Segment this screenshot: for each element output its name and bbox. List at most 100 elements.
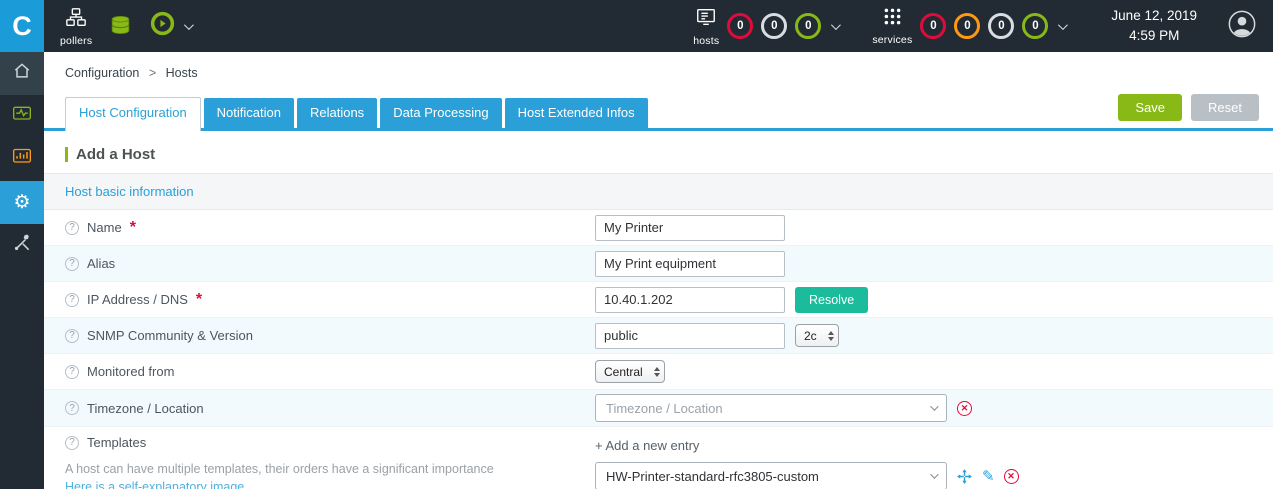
required-asterisk: * <box>129 218 136 236</box>
help-icon[interactable]: ? <box>65 364 79 379</box>
templates-help-text: A host can have multiple templates, thei… <box>65 462 494 476</box>
timezone-select[interactable]: Timezone / Location <box>595 394 947 422</box>
select-arrows-icon <box>650 366 664 377</box>
reset-button[interactable]: Reset <box>1191 94 1259 121</box>
hosts-status-group: hosts 0 0 0 <box>693 6 842 47</box>
ip-address-label: IP Address / DNS <box>87 292 188 307</box>
snmp-label: SNMP Community & Version <box>87 328 253 343</box>
help-icon[interactable]: ? <box>65 256 79 271</box>
chevron-down-icon <box>930 402 939 411</box>
hosts-menu[interactable]: hosts <box>693 6 719 47</box>
help-icon[interactable]: ? <box>65 220 79 235</box>
clock-date: June 12, 2019 <box>1111 8 1197 24</box>
form-row-snmp: ? SNMP Community & Version 2c <box>44 318 1273 354</box>
topbar: C pollers hosts 0 0 0 services 0 0 0 0 J… <box>0 0 1273 52</box>
bar-chart-icon <box>12 147 32 172</box>
pollers-status-menu[interactable]: pollers <box>60 6 92 47</box>
host-unreachable-counter[interactable]: 0 <box>761 13 788 39</box>
services-status-group: services 0 0 0 0 <box>872 6 1069 46</box>
tab-host-configuration[interactable]: Host Configuration <box>65 97 201 131</box>
edit-template-icon[interactable]: ✎ <box>982 469 995 484</box>
template-select-value: HW-Printer-standard-rfc3805-custom <box>606 468 819 484</box>
select-arrows-icon <box>824 330 838 341</box>
form-row-timezone: ? Timezone / Location Timezone / Locatio… <box>44 390 1273 427</box>
required-asterisk: * <box>195 290 203 308</box>
services-icon <box>882 6 903 32</box>
tab-notification[interactable]: Notification <box>203 98 294 128</box>
clear-timezone-icon[interactable]: ✕ <box>957 400 972 416</box>
title-accent-bar <box>65 147 68 162</box>
breadcrumb-configuration[interactable]: Configuration <box>65 66 139 80</box>
pollers-label: pollers <box>60 34 93 47</box>
user-icon <box>1227 9 1257 44</box>
breadcrumb-separator: > <box>148 66 157 80</box>
service-critical-counter[interactable]: 0 <box>920 13 947 39</box>
breadcrumb: Configuration > Hosts <box>44 52 1273 80</box>
alias-label: Alias <box>87 256 116 271</box>
host-down-counter[interactable]: 0 <box>727 13 754 39</box>
sidebar-item-home[interactable] <box>0 52 44 95</box>
sidebar-item-reporting[interactable] <box>0 138 44 181</box>
form-row-name: ? Name * <box>44 210 1273 246</box>
move-template-icon[interactable] <box>956 468 973 485</box>
export-configuration-icon <box>149 10 176 42</box>
chevron-down-icon <box>184 19 195 30</box>
snmp-version-value: 2c <box>804 328 817 343</box>
services-menu[interactable]: services <box>872 6 912 46</box>
tools-icon <box>12 233 32 258</box>
tab-host-extended-infos[interactable]: Host Extended Infos <box>504 98 648 128</box>
timezone-placeholder: Timezone / Location <box>606 400 723 416</box>
help-icon[interactable]: ? <box>65 328 79 343</box>
service-unknown-counter[interactable]: 0 <box>988 13 1015 39</box>
name-input[interactable] <box>595 214 785 241</box>
template-select[interactable]: HW-Printer-standard-rfc3805-custom <box>595 462 947 489</box>
clock-time: 4:59 PM <box>1129 28 1180 43</box>
help-icon[interactable]: ? <box>65 292 79 307</box>
home-icon <box>12 61 32 86</box>
chevron-down-icon <box>930 470 939 479</box>
service-warning-counter[interactable]: 0 <box>954 13 981 39</box>
form-row-alias: ? Alias <box>44 246 1273 282</box>
database-status-icon[interactable] <box>108 14 133 39</box>
templates-help-link[interactable]: Here is a self-explanatory image. <box>65 480 248 489</box>
sidebar-item-configuration[interactable]: ⚙ <box>0 181 44 224</box>
resolve-button[interactable]: Resolve <box>795 286 869 313</box>
breadcrumb-hosts[interactable]: Hosts <box>166 66 198 80</box>
form-actions: Save Reset <box>1118 94 1259 128</box>
page-title: Add a Host <box>65 146 1273 163</box>
ip-address-input[interactable] <box>595 286 785 313</box>
export-configuration-menu[interactable] <box>149 10 195 42</box>
help-icon[interactable]: ? <box>65 401 79 415</box>
help-icon[interactable]: ? <box>65 435 79 450</box>
add-template-entry-link[interactable]: + Add a new entry <box>595 438 1259 453</box>
alias-input[interactable] <box>595 250 785 277</box>
save-button[interactable]: Save <box>1118 94 1183 121</box>
monitored-from-select[interactable]: Central <box>595 360 665 383</box>
sidebar: ⚙ <box>0 52 44 489</box>
tab-data-processing[interactable]: Data Processing <box>380 98 502 128</box>
snmp-community-input[interactable] <box>595 322 785 349</box>
sidebar-item-monitoring[interactable] <box>0 95 44 138</box>
page-title-text: Add a Host <box>76 146 156 163</box>
chevron-down-icon[interactable] <box>831 19 842 30</box>
monitored-from-value: Central <box>604 364 643 379</box>
snmp-version-select[interactable]: 2c <box>795 324 839 347</box>
tab-relations[interactable]: Relations <box>296 98 378 128</box>
tab-bar: Host Configuration Notification Relation… <box>44 82 1273 131</box>
form-row-templates: ? Templates A host can have multiple tem… <box>44 427 1273 489</box>
services-label: services <box>872 34 913 46</box>
heartbeat-monitor-icon <box>12 104 32 129</box>
form-row-ip-address: ? IP Address / DNS * Resolve <box>44 282 1273 318</box>
pollers-icon <box>65 6 87 33</box>
centreon-logo[interactable]: C <box>0 0 44 52</box>
name-label: Name <box>87 220 122 235</box>
user-profile-button[interactable] <box>1227 9 1257 44</box>
chevron-down-icon[interactable] <box>1058 19 1069 30</box>
monitored-from-label: Monitored from <box>87 364 175 379</box>
host-up-counter[interactable]: 0 <box>795 13 822 39</box>
delete-template-icon[interactable]: ✕ <box>1003 468 1019 484</box>
form-row-monitored-from: ? Monitored from Central <box>44 354 1273 390</box>
hosts-label: hosts <box>693 34 720 47</box>
service-ok-counter[interactable]: 0 <box>1022 13 1049 39</box>
sidebar-item-administration[interactable] <box>0 224 44 267</box>
